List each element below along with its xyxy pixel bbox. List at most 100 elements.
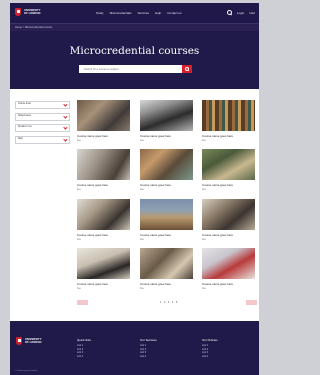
shield-icon	[16, 337, 22, 345]
course-image	[77, 100, 130, 131]
copyright-text: © University of London	[15, 370, 38, 372]
course-card[interactable]: Course name goes here Fee	[77, 199, 130, 241]
course-card[interactable]: Course name goes here Fee	[77, 100, 130, 142]
footer-link[interactable]: Link 4	[202, 356, 218, 358]
chevron-down-icon	[63, 102, 68, 107]
course-image	[140, 248, 193, 279]
course-meta: Fee	[202, 189, 206, 191]
footer-column-policies: Our Policies Link 1 Link 2 Link 3 Link 4	[202, 338, 218, 359]
course-image	[140, 100, 193, 131]
course-title: Course name goes here	[140, 134, 172, 138]
page-number[interactable]: 1	[160, 301, 161, 304]
course-image	[140, 149, 193, 180]
course-card[interactable]: Course name goes here Fee	[140, 100, 193, 142]
course-meta: Fee	[77, 140, 81, 142]
footer-link[interactable]: Link 1	[140, 345, 157, 347]
footer-link[interactable]: Link 1	[202, 345, 218, 347]
header-utilities: Login Cart	[226, 10, 255, 15]
login-link[interactable]: Login	[237, 11, 244, 15]
course-card[interactable]: Course name goes here Fee	[77, 248, 130, 290]
course-card[interactable]: Course name goes here Fee	[202, 149, 255, 191]
footer-link[interactable]: Link 4	[77, 356, 91, 358]
logo-line-2: OF LONDON	[25, 341, 42, 344]
course-card[interactable]: Course name goes here Fee	[140, 149, 193, 191]
course-title: Course name goes here	[202, 183, 234, 187]
course-image	[202, 149, 255, 180]
footer-logo[interactable]: UNIVERSITY OF LONDON	[16, 337, 42, 345]
course-title: Course name goes here	[140, 282, 172, 286]
course-image	[202, 248, 255, 279]
search-icon[interactable]	[226, 10, 232, 15]
filter-course-level[interactable]: Course level	[15, 101, 70, 109]
course-meta: Fee	[202, 288, 206, 290]
filter-duration-fee[interactable]: Duration / fee	[15, 124, 70, 132]
nav-item-services[interactable]: Services	[138, 11, 150, 15]
page: UNIVERSITY OF LONDON Study Microcredenti…	[10, 3, 259, 375]
course-meta: Fee	[202, 239, 206, 241]
logo-line-2: OF LONDON	[24, 12, 41, 15]
page-number[interactable]: 2	[164, 301, 165, 304]
next-page-button[interactable]	[246, 300, 257, 305]
main-nav: Study Microcredentials Services Help Con…	[96, 11, 182, 15]
course-title: Course name goes here	[202, 134, 234, 138]
chevron-down-icon	[63, 114, 68, 119]
course-card[interactable]: Course name goes here Fee	[202, 199, 255, 241]
course-image	[202, 100, 255, 131]
footer-heading: Our Services	[140, 338, 157, 342]
footer-heading: Quick links	[77, 338, 91, 342]
course-search	[79, 65, 192, 73]
footer-link[interactable]: Link 1	[77, 345, 91, 347]
course-card[interactable]: Course name goes here Fee	[140, 199, 193, 241]
page-numbers: 1 2 3 4 5	[160, 301, 177, 304]
footer-heading: Our Policies	[202, 338, 218, 342]
course-title: Course name goes here	[77, 282, 109, 286]
nav-item-help[interactable]: Help	[155, 11, 161, 15]
course-image	[77, 149, 130, 180]
course-title: Course name goes here	[77, 134, 109, 138]
site-footer: UNIVERSITY OF LONDON Quick links Link 1 …	[10, 321, 259, 375]
previous-page-button[interactable]	[77, 300, 88, 305]
course-card[interactable]: Course name goes here Fee	[140, 248, 193, 290]
site-header: UNIVERSITY OF LONDON Study Microcredenti…	[10, 3, 259, 23]
course-meta: Fee	[140, 288, 144, 290]
page-number[interactable]: 5	[176, 301, 177, 304]
footer-link[interactable]: Link 3	[77, 352, 91, 354]
nav-item-contact[interactable]: Contact us	[167, 11, 181, 15]
footer-link[interactable]: Link 4	[140, 356, 157, 358]
filter-label: Start	[18, 137, 23, 140]
footer-link[interactable]: Link 3	[202, 352, 218, 354]
course-image	[140, 199, 193, 230]
course-card[interactable]: Course name goes here Fee	[77, 149, 130, 191]
nav-item-microcredentials[interactable]: Microcredentials	[110, 11, 132, 15]
cart-link[interactable]: Cart	[249, 11, 255, 15]
breadcrumb-text[interactable]: Home > Microcredential courses	[15, 26, 52, 29]
page-number[interactable]: 3	[168, 301, 169, 304]
course-card[interactable]: Course name goes here Fee	[202, 248, 255, 290]
footer-link[interactable]: Link 2	[202, 349, 218, 351]
course-title: Course name goes here	[140, 233, 172, 237]
course-image	[77, 199, 130, 230]
shield-icon	[15, 8, 21, 16]
filter-label: Duration / fee	[18, 126, 32, 129]
footer-link[interactable]: Link 3	[140, 352, 157, 354]
footer-link[interactable]: Link 2	[77, 349, 91, 351]
course-title: Course name goes here	[140, 183, 172, 187]
search-icon	[185, 67, 190, 72]
filter-subject-area[interactable]: Subject area	[15, 112, 70, 121]
chevron-down-icon	[63, 125, 68, 130]
footer-column-quick-links: Quick links Link 1 Link 2 Link 3 Link 4	[77, 338, 91, 359]
filter-label: Subject area	[18, 114, 31, 117]
nav-item-study[interactable]: Study	[96, 11, 104, 15]
course-card[interactable]: Course name goes here Fee	[202, 100, 255, 142]
university-logo[interactable]: UNIVERSITY OF LONDON	[15, 8, 41, 16]
course-meta: Fee	[77, 189, 81, 191]
filter-start[interactable]: Start	[15, 135, 70, 144]
course-meta: Fee	[140, 140, 144, 142]
search-input[interactable]	[79, 65, 184, 73]
course-title: Course name goes here	[77, 183, 109, 187]
search-button[interactable]	[182, 65, 192, 73]
course-meta: Fee	[140, 189, 144, 191]
page-number[interactable]: 4	[172, 301, 173, 304]
footer-link[interactable]: Link 2	[140, 349, 157, 351]
course-meta: Fee	[202, 140, 206, 142]
